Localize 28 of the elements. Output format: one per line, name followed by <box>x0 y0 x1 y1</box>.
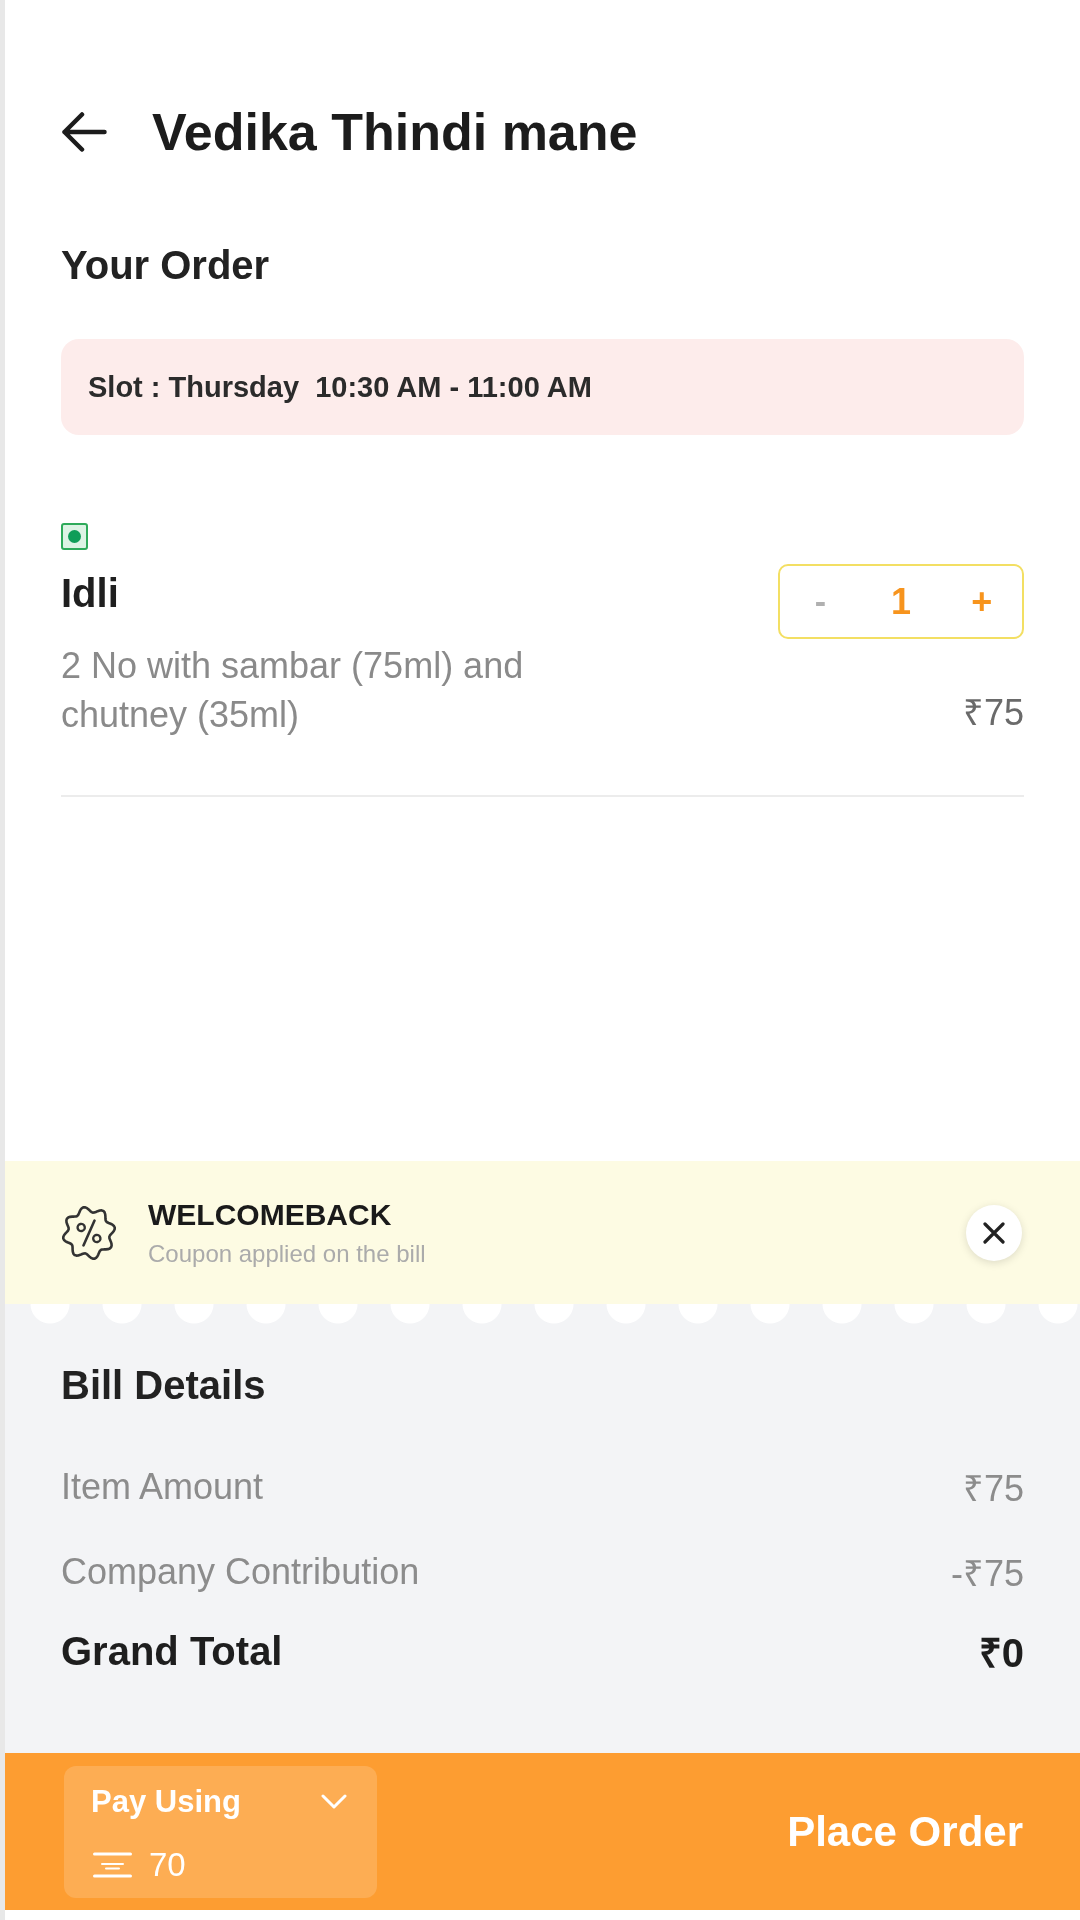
item-name: Idli <box>61 570 119 617</box>
grand-total-label: Grand Total <box>61 1628 283 1674</box>
pay-using-label: Pay Using <box>91 1783 241 1820</box>
increment-button[interactable]: + <box>941 566 1022 637</box>
slot-text: Slot : Thursday 10:30 AM - 11:00 AM <box>88 370 592 404</box>
payment-selector[interactable]: Pay Using 70 <box>64 1765 377 1898</box>
bill-amount: ₹75 <box>962 1466 1024 1511</box>
card-icon <box>93 1851 132 1878</box>
payment-value: 70 <box>149 1845 186 1884</box>
remove-coupon-button[interactable] <box>966 1204 1022 1261</box>
coupon-note: Coupon applied on the bill <box>148 1238 426 1269</box>
item-description: 2 No with sambar (75ml) and chutney (35ml) <box>61 644 525 737</box>
grand-total-amount: ₹0 <box>978 1629 1024 1677</box>
coupon-code: WELCOMEBACK <box>148 1196 392 1233</box>
restaurant-title: Vedika Thindi mane <box>152 102 638 163</box>
decrement-button[interactable]: - <box>780 566 861 637</box>
place-order-button[interactable]: Place Order <box>787 1789 1023 1874</box>
quantity-value: 1 <box>889 579 912 624</box>
section-heading: Bill Details <box>61 1362 266 1409</box>
bill-label: Company Contribution <box>61 1551 420 1593</box>
bill-amount: -₹75 <box>950 1551 1024 1596</box>
bill-label: Item Amount <box>61 1466 264 1508</box>
discount-badge-icon <box>61 1204 117 1261</box>
item-price: ₹75 <box>962 691 1024 735</box>
chevron-down-icon <box>321 1794 347 1809</box>
close-icon <box>983 1221 1005 1244</box>
back-arrow-icon[interactable] <box>61 112 107 152</box>
section-heading: Your Order <box>61 242 270 289</box>
